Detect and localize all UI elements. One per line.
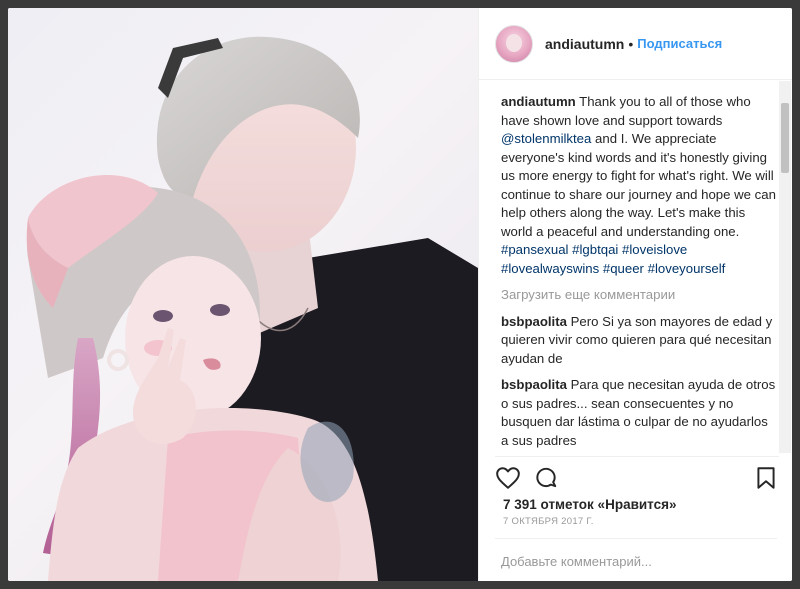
heart-icon[interactable] <box>495 465 521 491</box>
caption: andiautumn Thank you to all of those who… <box>501 93 777 278</box>
hashtag-link[interactable]: #lgbtqai <box>572 242 618 257</box>
comments-list[interactable]: andiautumn Thank you to all of those who… <box>479 81 777 451</box>
scrollbar-thumb[interactable] <box>781 103 789 173</box>
caption-text-2: and I. We appreciate everyone's kind wor… <box>501 131 776 239</box>
comments-scrollbar[interactable] <box>779 81 791 453</box>
post-photo[interactable] <box>8 8 478 581</box>
hashtag-link[interactable]: #loveislove <box>622 242 687 257</box>
post-side-panel: andiautumn • Подписаться andiautumn Than… <box>478 8 792 581</box>
post-modal: andiautumn • Подписаться andiautumn Than… <box>8 8 792 581</box>
comment-username[interactable]: bsbpaolita <box>501 314 567 329</box>
post-header: andiautumn • Подписаться <box>479 8 792 80</box>
header-separator: • <box>628 35 634 52</box>
follow-button[interactable]: Подписаться <box>637 36 722 51</box>
add-comment-input[interactable] <box>501 551 771 571</box>
likes-count[interactable]: 7 391 отметок «Нравится» <box>503 497 677 512</box>
load-more-comments-button[interactable]: Загрузить еще комментарии <box>501 286 777 305</box>
comment-username[interactable]: bsbpaolita <box>501 377 567 392</box>
speech-bubble-icon[interactable] <box>533 465 559 491</box>
action-bar <box>495 456 779 493</box>
hashtag-link[interactable]: #loveyourself <box>648 261 726 276</box>
author-username[interactable]: andiautumn <box>545 36 624 52</box>
add-comment-section <box>495 538 777 581</box>
caption-username[interactable]: andiautumn <box>501 94 576 109</box>
hashtag-link[interactable]: #lovealwayswins <box>501 261 599 276</box>
comment-item: bsbpaolita Para que necesitan ayuda de o… <box>501 376 777 450</box>
bookmark-icon[interactable] <box>753 465 779 491</box>
post-date[interactable]: 7 ОКТЯБРЯ 2017 Г. <box>503 516 594 527</box>
photo-illustration <box>26 36 478 581</box>
author-avatar[interactable] <box>495 24 533 63</box>
caption-mention-link[interactable]: @stolenmilktea <box>501 131 591 146</box>
hashtag-link[interactable]: #queer <box>603 261 644 276</box>
comment-item: bsbpaolita Pero Si ya son mayores de eda… <box>501 313 777 369</box>
hashtag-link[interactable]: #pansexual <box>501 242 568 257</box>
